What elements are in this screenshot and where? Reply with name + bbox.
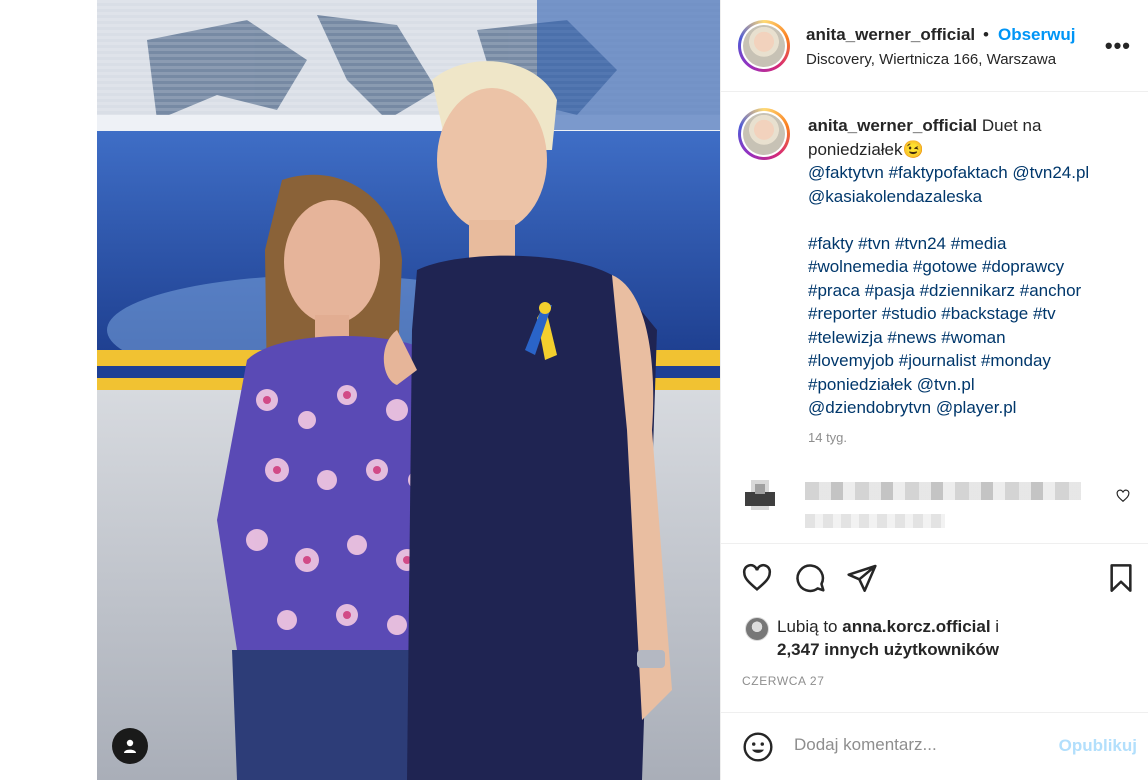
user-tag-button[interactable] (112, 728, 148, 764)
caption-hashtag[interactable]: #doprawcy (982, 257, 1064, 276)
author-avatar[interactable] (738, 20, 790, 72)
bookmark-icon[interactable] (1105, 562, 1137, 594)
likes-line: Lubią to anna.korcz.official i (777, 617, 999, 637)
caption-mention[interactable]: @dziendobrytvn (808, 398, 931, 417)
location-link[interactable]: Discovery, Wiertnicza 166, Warszawa (806, 51, 1056, 68)
post-caption: anita_werner_official Duet na poniedział… (808, 114, 1128, 420)
share-icon[interactable] (846, 562, 878, 594)
caption-mention[interactable]: @tvn24.pl (1012, 163, 1089, 182)
user-tag-icon (124, 739, 136, 753)
post-actions (721, 543, 1148, 613)
caption-timestamp[interactable]: 14 tyg. (808, 430, 847, 445)
likes-suffix: i (995, 617, 1000, 636)
caption-hashtag[interactable]: #woman (941, 328, 1005, 347)
post-side-panel: anita_werner_official • Obserwuj Discove… (720, 0, 1148, 780)
caption-hashtag[interactable]: #pasja (865, 281, 915, 300)
header-separator: • (983, 25, 989, 44)
caption-hashtag[interactable]: #faktypofaktach (889, 163, 1008, 182)
caption-hashtag[interactable]: #backstage (941, 304, 1028, 323)
post-header: anita_werner_official • Obserwuj Discove… (721, 0, 1148, 92)
caption-hashtag[interactable]: #fakty (808, 234, 853, 253)
caption-hashtag[interactable]: #lovemyjob (808, 351, 894, 370)
photo-illustration (97, 0, 720, 780)
caption-hashtag[interactable]: #reporter (808, 304, 877, 323)
caption-hashtag[interactable]: #media (951, 234, 1007, 253)
caption-mention[interactable]: @player.pl (936, 398, 1017, 417)
emoji-icon[interactable] (742, 731, 774, 763)
caption-hashtag[interactable]: #studio (882, 304, 937, 323)
publish-button[interactable]: Opublikuj (1059, 736, 1137, 756)
caption-hashtag[interactable]: #telewizja (808, 328, 883, 347)
follow-button[interactable]: Obserwuj (998, 25, 1075, 45)
comment-bar: Opublikuj (721, 712, 1148, 780)
like-comment-icon[interactable] (1116, 489, 1130, 503)
liker-avatar[interactable] (745, 617, 769, 641)
caption-hashtag[interactable]: #poniedziałek (808, 375, 912, 394)
likes-count[interactable]: 2,347 innych użytkowników (777, 640, 999, 660)
comment-input[interactable] (794, 735, 1044, 755)
likes-prefix: Lubią to (777, 617, 838, 636)
caption-hashtag[interactable]: #journalist (899, 351, 977, 370)
author-username[interactable]: anita_werner_official (806, 25, 975, 45)
caption-hashtag[interactable]: #praca (808, 281, 860, 300)
more-icon[interactable]: ••• (1105, 33, 1131, 59)
wink-emoji: 😉 (902, 139, 924, 159)
liker-username[interactable]: anna.korcz.official (842, 617, 990, 636)
caption-author-avatar[interactable] (738, 108, 790, 160)
caption-hashtag[interactable]: #gotowe (913, 257, 977, 276)
blurred-comment-text (805, 482, 1081, 500)
caption-hashtag[interactable]: #tv (1033, 304, 1056, 323)
page-margin (0, 0, 97, 780)
caption-username[interactable]: anita_werner_official (808, 116, 977, 135)
caption-mention[interactable]: @kasiakolendazaleska (808, 187, 982, 206)
comment-avatar-blurred (737, 470, 783, 516)
heart-icon[interactable] (741, 562, 773, 594)
caption-hashtag[interactable]: #news (887, 328, 936, 347)
caption-hashtag[interactable]: #dziennikarz (920, 281, 1015, 300)
blurred-comment-meta (805, 514, 945, 528)
caption-hashtag[interactable]: #tvn (858, 234, 890, 253)
post-date[interactable]: CZERWCA 27 (742, 674, 824, 688)
caption-mention[interactable]: @tvn.pl (917, 375, 975, 394)
caption-mention[interactable]: @faktytvn (808, 163, 884, 182)
caption-hashtag[interactable]: #tvn24 (895, 234, 946, 253)
caption-hashtag[interactable]: #wolnemedia (808, 257, 908, 276)
caption-hashtag[interactable]: #monday (981, 351, 1051, 370)
instagram-post-page: anita_werner_official • Obserwuj Discove… (0, 0, 1148, 780)
comment-icon[interactable] (794, 562, 826, 594)
post-photo[interactable] (97, 0, 720, 780)
caption-hashtag[interactable]: #anchor (1020, 281, 1081, 300)
